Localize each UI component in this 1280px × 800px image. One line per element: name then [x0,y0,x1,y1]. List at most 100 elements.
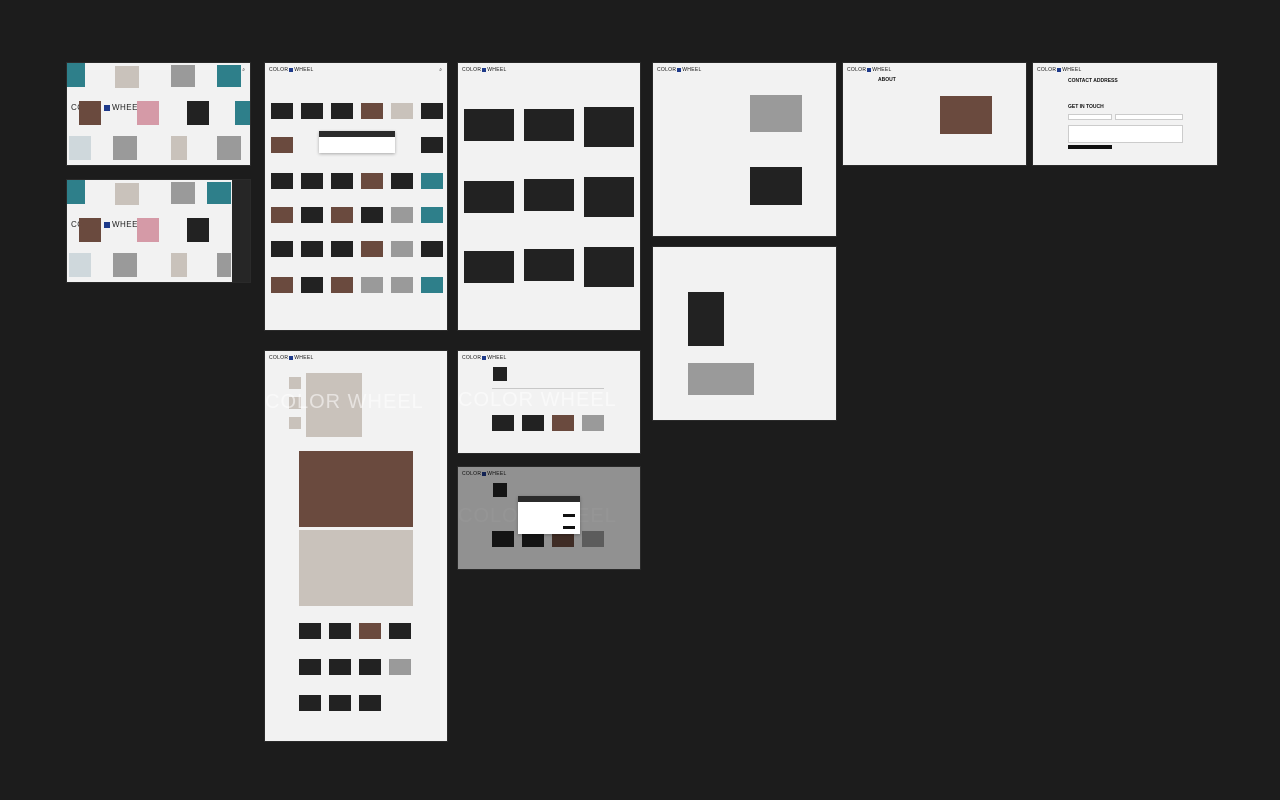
related-thumb[interactable] [552,415,574,431]
artwork-thumbnail[interactable] [391,103,413,119]
artwork-thumbnail[interactable] [79,101,101,125]
room-render[interactable] [299,530,413,606]
artwork-thumbnail[interactable] [271,137,293,153]
artwork-thumbnail[interactable] [115,66,139,88]
artwork-thumbnail[interactable] [271,277,293,293]
artwork-thumbnail[interactable] [301,241,323,257]
artwork-large[interactable] [584,107,634,147]
artwork-thumbnail[interactable] [69,253,91,277]
related-thumb[interactable] [582,415,604,431]
artwork-thumbnail[interactable] [187,101,209,125]
related-thumb[interactable] [299,695,321,711]
side-menu-panel[interactable] [232,180,250,282]
artwork-thumbnail[interactable] [271,241,293,257]
artwork-large[interactable] [464,251,514,283]
artwork-large[interactable] [524,109,574,141]
submit-button[interactable] [1068,145,1112,149]
article-image[interactable] [750,95,802,132]
search-icon[interactable]: ⌕ [439,67,442,73]
article-image[interactable] [688,292,724,346]
dialog-button[interactable] [563,526,575,529]
artwork-thumbnail[interactable] [301,207,323,223]
artwork-thumbnail[interactable] [301,173,323,189]
artwork-thumbnail[interactable] [113,253,137,277]
artwork-thumbnail[interactable] [137,101,159,125]
related-thumb[interactable] [522,415,544,431]
artwork-thumbnail[interactable] [391,241,413,257]
artwork-thumbnail[interactable] [331,241,353,257]
related-thumb[interactable] [329,659,351,675]
artwork-thumbnail[interactable] [421,103,443,119]
artwork-thumbnail[interactable] [331,207,353,223]
artwork-thumbnail[interactable] [301,103,323,119]
artwork-thumbnail[interactable] [331,173,353,189]
artwork-large[interactable] [524,249,574,281]
related-thumb[interactable] [359,659,381,675]
brand-logo[interactable]: COLOR WHEEL [1037,67,1082,73]
article-image[interactable] [750,167,802,205]
artwork-thumbnail[interactable] [421,173,443,189]
artwork-thumbnail[interactable] [217,136,241,160]
artwork-thumbnail[interactable] [421,241,443,257]
brand-logo[interactable]: COLOR WHEEL [657,67,702,73]
artwork-thumbnail[interactable] [171,136,187,160]
related-thumb[interactable] [329,695,351,711]
artwork-thumbnail[interactable] [361,277,383,293]
dialog-button[interactable] [563,514,575,517]
artwork-thumbnail[interactable] [67,180,85,204]
artwork-thumbnail[interactable] [421,277,443,293]
artwork-large[interactable] [524,179,574,211]
artwork-thumbnail[interactable] [67,63,85,87]
cart-item-image[interactable] [493,367,507,381]
artwork-thumbnail[interactable] [235,101,250,125]
brand-logo[interactable]: COLOR WHEEL [847,67,892,73]
artwork-thumbnail[interactable] [137,218,159,242]
related-thumb[interactable] [299,659,321,675]
product-thumb[interactable] [289,417,301,429]
related-thumb[interactable] [299,623,321,639]
artwork-thumbnail[interactable] [361,207,383,223]
name-field[interactable] [1068,114,1112,120]
search-icon[interactable]: ⌕ [242,67,245,73]
artwork-thumbnail[interactable] [331,277,353,293]
product-thumb[interactable] [289,377,301,389]
related-thumb[interactable] [492,415,514,431]
artwork-thumbnail[interactable] [271,173,293,189]
dialog[interactable] [319,131,395,153]
confirm-dialog[interactable] [518,496,580,534]
artwork-thumbnail[interactable] [391,173,413,189]
artwork-thumbnail[interactable] [271,207,293,223]
brand-logo[interactable]: COLOR WHEEL [269,67,314,73]
artwork-thumbnail[interactable] [217,253,231,277]
artwork-large[interactable] [464,109,514,141]
artwork-thumbnail[interactable] [69,136,91,160]
artwork-thumbnail[interactable] [331,103,353,119]
related-thumb[interactable] [329,623,351,639]
message-field[interactable] [1068,125,1183,143]
artwork-thumbnail[interactable] [79,218,101,242]
artwork-large[interactable] [464,181,514,213]
brand-logo[interactable]: COLOR WHEEL [269,355,314,361]
artwork-thumbnail[interactable] [171,253,187,277]
artwork-thumbnail[interactable] [171,182,195,204]
artwork-thumbnail[interactable] [187,218,209,242]
artwork-large[interactable] [584,247,634,287]
related-thumb[interactable] [359,623,381,639]
about-image[interactable] [940,96,992,134]
artwork-thumbnail[interactable] [115,183,139,205]
artwork-thumbnail[interactable] [171,65,195,87]
artwork-thumbnail[interactable] [361,173,383,189]
artwork-thumbnail[interactable] [391,207,413,223]
related-thumb[interactable] [389,659,411,675]
room-render[interactable] [299,451,413,527]
artwork-thumbnail[interactable] [113,136,137,160]
artwork-thumbnail[interactable] [271,103,293,119]
artwork-thumbnail[interactable] [421,137,443,153]
artwork-thumbnail[interactable] [217,65,241,87]
email-field[interactable] [1115,114,1183,120]
artwork-thumbnail[interactable] [301,277,323,293]
artwork-thumbnail[interactable] [361,103,383,119]
artwork-thumbnail[interactable] [421,207,443,223]
related-thumb[interactable] [389,623,411,639]
artwork-thumbnail[interactable] [207,182,231,204]
